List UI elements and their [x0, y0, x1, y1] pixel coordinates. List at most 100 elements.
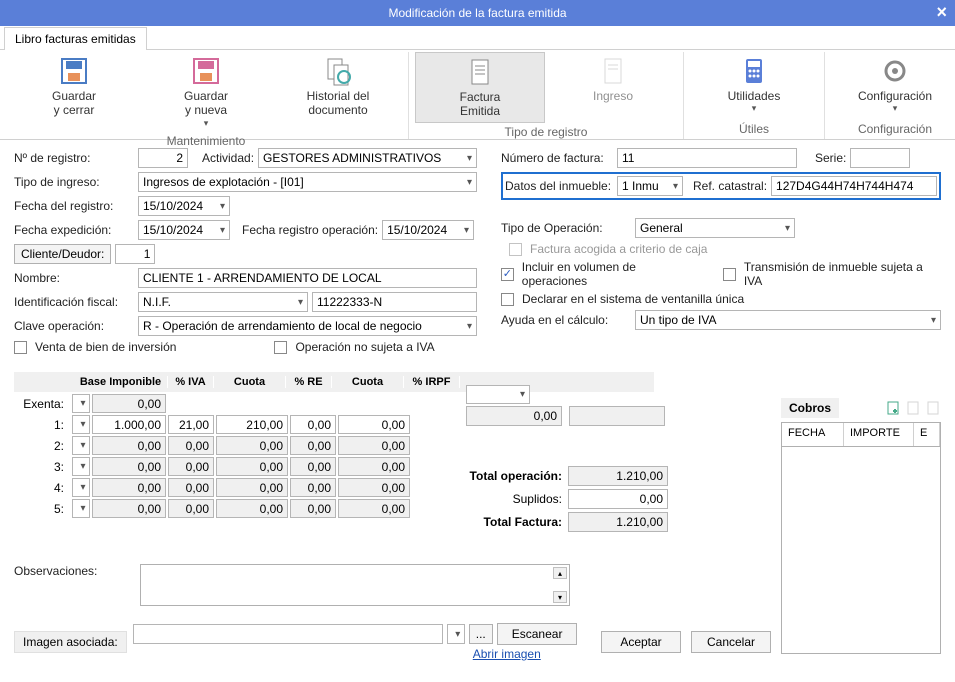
chevron-down-icon: ▾: [467, 321, 472, 332]
utilidades-button[interactable]: Utilidades ▾: [690, 52, 818, 117]
base-input[interactable]: [92, 499, 166, 518]
clave-op-select[interactable]: R - Operación de arrendamiento de local …: [138, 316, 477, 336]
iva-input[interactable]: [168, 436, 214, 455]
row-select[interactable]: ▾: [72, 499, 90, 518]
scroll-up-icon[interactable]: ▴: [553, 567, 567, 579]
historial-button[interactable]: Historial del documento: [274, 52, 402, 121]
cuota-input[interactable]: [216, 499, 288, 518]
cliente-id-input[interactable]: [115, 244, 155, 264]
ayuda-calculo-select[interactable]: Un tipo de IVA▾: [635, 310, 941, 330]
label-total-factura: Total Factura:: [458, 515, 568, 529]
irpf-extra[interactable]: [569, 406, 665, 426]
re-input[interactable]: [290, 499, 336, 518]
re-input[interactable]: [290, 478, 336, 497]
iva-input[interactable]: [168, 415, 214, 434]
base-input[interactable]: [92, 415, 166, 434]
scroll-down-icon[interactable]: ▾: [553, 591, 567, 603]
re-input[interactable]: [290, 415, 336, 434]
configuracion-button[interactable]: Configuración ▾: [831, 52, 955, 117]
base-input[interactable]: [92, 457, 166, 476]
guardar-nueva-button[interactable]: Guardar y nueva ▾: [142, 52, 270, 132]
row-select[interactable]: ▾: [72, 478, 90, 497]
ingreso-button[interactable]: Ingreso: [549, 52, 677, 106]
id-fiscal-num-input[interactable]: [312, 292, 477, 312]
exenta-label: Exenta:: [14, 397, 70, 411]
tab-libro-facturas[interactable]: Libro facturas emitidas: [4, 27, 147, 50]
fecha-registro-input[interactable]: 15/10/2024▾: [138, 196, 230, 216]
guardar-cerrar-button[interactable]: Guardar y cerrar: [10, 52, 138, 121]
iva-input[interactable]: [168, 478, 214, 497]
chevron-down-icon: ▾: [467, 177, 472, 188]
iva-input[interactable]: [168, 457, 214, 476]
cuota-input[interactable]: [216, 415, 288, 434]
base-input[interactable]: [92, 436, 166, 455]
cuota2-input[interactable]: [338, 436, 410, 455]
imagen-dropdown[interactable]: ▾: [447, 624, 465, 644]
op-no-sujeta-checkbox[interactable]: [274, 341, 287, 354]
irpf-cuota[interactable]: [466, 406, 562, 426]
abrir-imagen-link[interactable]: Abrir imagen: [473, 647, 578, 661]
total-op-value: [568, 466, 668, 486]
browse-button[interactable]: ...: [469, 624, 493, 644]
cobros-edit-icon[interactable]: [905, 400, 921, 416]
fecha-reg-op-input[interactable]: 15/10/2024▾: [382, 220, 474, 240]
label-id-fiscal: Identificación fiscal:: [14, 295, 134, 309]
factura-acogida-checkbox[interactable]: [509, 243, 522, 256]
inmueble-select[interactable]: 1 Inmu▾: [617, 176, 683, 196]
escanear-button[interactable]: Escanear: [497, 623, 578, 645]
n-registro-input[interactable]: [138, 148, 188, 168]
fecha-expedicion-input[interactable]: 15/10/2024▾: [138, 220, 230, 240]
tipo-ingreso-select[interactable]: Ingresos de explotación - [I01]▾: [138, 172, 477, 192]
cuota2-input[interactable]: [338, 478, 410, 497]
suplidos-value[interactable]: [568, 489, 668, 509]
tabstrip: Libro facturas emitidas: [0, 26, 955, 50]
ref-catastral-input[interactable]: [771, 176, 937, 196]
exenta-value[interactable]: [92, 394, 166, 413]
iva-input[interactable]: [168, 499, 214, 518]
cuota-input[interactable]: [216, 436, 288, 455]
cancelar-button[interactable]: Cancelar: [691, 631, 771, 653]
row-label: 2:: [14, 439, 70, 453]
id-fiscal-tipo-select[interactable]: N.I.F.▾: [138, 292, 308, 312]
aceptar-button[interactable]: Aceptar: [601, 631, 681, 653]
chevron-down-icon: ▾: [931, 315, 936, 326]
grid-row: 2:▾: [14, 436, 654, 455]
window-title: Modificación de la factura emitida: [388, 6, 566, 20]
exenta-select[interactable]: ▾: [72, 394, 90, 413]
row-select[interactable]: ▾: [72, 415, 90, 434]
re-input[interactable]: [290, 436, 336, 455]
cobros-add-icon[interactable]: [885, 400, 901, 416]
chevron-down-icon: ▾: [220, 225, 225, 236]
imagen-asociada-input[interactable]: [133, 624, 443, 644]
cliente-deudor-button[interactable]: Cliente/Deudor:: [14, 244, 111, 264]
close-icon[interactable]: ×: [936, 2, 947, 23]
row-select[interactable]: ▾: [72, 457, 90, 476]
cuota2-input[interactable]: [338, 499, 410, 518]
label-fecha-registro: Fecha del registro:: [14, 199, 134, 213]
label-venta-bien: Venta de bien de inversión: [35, 340, 176, 354]
cuota2-input[interactable]: [338, 415, 410, 434]
re-input[interactable]: [290, 457, 336, 476]
cobros-delete-icon[interactable]: [925, 400, 941, 416]
irpf-select[interactable]: ▾: [466, 385, 530, 404]
datos-inmueble-highlight: Datos del inmueble: 1 Inmu▾ Ref. catastr…: [501, 172, 941, 200]
save-close-icon: [58, 55, 90, 87]
factura-emitida-button[interactable]: Factura Emitida: [415, 52, 545, 123]
nombre-input[interactable]: [138, 268, 477, 288]
cuota-input[interactable]: [216, 457, 288, 476]
tipo-operacion-select[interactable]: General▾: [635, 218, 795, 238]
declarar-checkbox[interactable]: [501, 293, 514, 306]
observaciones-textarea[interactable]: ▴ ▾: [140, 564, 570, 606]
venta-bien-checkbox[interactable]: [14, 341, 27, 354]
actividad-select[interactable]: GESTORES ADMINISTRATIVOS▾: [258, 148, 477, 168]
chevron-down-icon: ▾: [467, 153, 472, 164]
num-factura-input[interactable]: [617, 148, 797, 168]
base-input[interactable]: [92, 478, 166, 497]
cuota2-input[interactable]: [338, 457, 410, 476]
cuota-input[interactable]: [216, 478, 288, 497]
cobros-table[interactable]: FECHA IMPORTE E: [781, 422, 941, 654]
row-select[interactable]: ▾: [72, 436, 90, 455]
incluir-volumen-checkbox[interactable]: [501, 268, 514, 281]
serie-input[interactable]: [850, 148, 910, 168]
transmision-checkbox[interactable]: [723, 268, 736, 281]
